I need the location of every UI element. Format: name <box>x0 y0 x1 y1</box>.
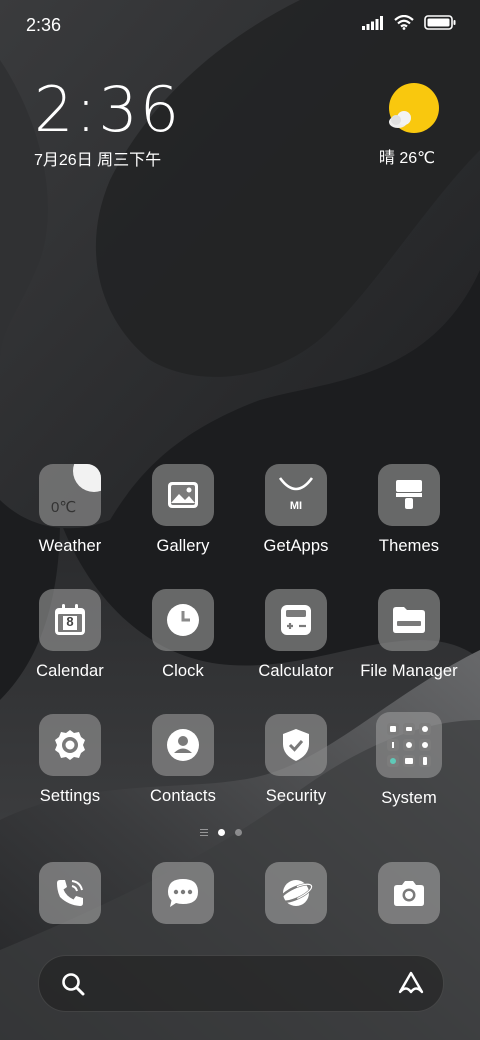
folder-grid-icon <box>376 712 442 778</box>
phone-icon <box>39 862 101 924</box>
app-label: File Manager <box>360 662 458 680</box>
dock-camera[interactable] <box>353 862 465 924</box>
app-label: Settings <box>39 787 101 805</box>
weather-tile-text: 0℃ <box>51 499 77 516</box>
dock-messages[interactable] <box>127 862 239 924</box>
sunny-cloud-icon <box>388 82 440 134</box>
weather-text: 晴 26℃ <box>378 150 436 167</box>
app-contacts[interactable]: Contacts <box>127 714 239 806</box>
clock-time: 2:36 <box>34 73 182 146</box>
dock-browser[interactable] <box>240 862 352 924</box>
camera-icon <box>378 862 440 924</box>
app-getapps[interactable]: MI GetApps <box>240 464 352 556</box>
app-label: Clock <box>162 662 204 680</box>
gallery-icon <box>152 464 214 526</box>
assistant-icon[interactable] <box>397 970 425 996</box>
folder-icon <box>378 589 440 651</box>
app-clock[interactable]: Clock <box>127 589 239 681</box>
app-label: Contacts <box>150 787 216 805</box>
weather-widget[interactable]: 晴 26℃ <box>379 82 444 168</box>
app-themes[interactable]: Themes <box>353 464 465 556</box>
calendar-tile-text: 8 <box>66 614 74 629</box>
app-label: Themes <box>378 537 440 555</box>
page-dot-active <box>218 829 225 836</box>
app-file-manager[interactable]: File Manager <box>353 589 465 681</box>
page-list-icon <box>200 829 208 836</box>
app-settings[interactable]: Settings <box>14 714 126 806</box>
shield-icon <box>265 714 327 776</box>
gear-icon <box>39 714 101 776</box>
app-label: Calculator <box>258 662 334 680</box>
themes-icon <box>378 464 440 526</box>
getapps-icon: MI <box>265 464 327 526</box>
app-label: GetApps <box>263 537 329 555</box>
status-icons <box>362 15 456 30</box>
calculator-icon <box>265 589 327 651</box>
app-label: Gallery <box>156 537 210 555</box>
clock-widget[interactable]: 2:36 7月26日 周三下午 <box>34 78 181 170</box>
app-security[interactable]: Security <box>240 714 352 806</box>
browser-icon <box>265 862 327 924</box>
getapps-tile-text: MI <box>289 500 303 512</box>
search-bar[interactable] <box>38 955 444 1012</box>
app-calculator[interactable]: Calculator <box>240 589 352 681</box>
app-gallery[interactable]: Gallery <box>127 464 239 556</box>
app-label: Security <box>265 787 327 805</box>
signal-icon <box>362 15 383 30</box>
status-time: 2:36 <box>26 15 62 35</box>
clock-date: 7月26日 周三下午 <box>34 152 162 169</box>
battery-icon <box>424 15 456 30</box>
app-system-folder[interactable]: System <box>353 712 465 808</box>
app-label: Weather <box>38 537 102 555</box>
search-icon[interactable] <box>61 972 85 996</box>
dock-phone[interactable] <box>14 862 126 924</box>
app-calendar[interactable]: 8 Calendar <box>14 589 126 681</box>
page-indicator[interactable] <box>200 829 242 836</box>
clock-icon <box>152 589 214 651</box>
status-bar: 2:36 <box>0 0 480 50</box>
weather-icon: 0℃ <box>39 464 101 526</box>
page-dot <box>235 829 242 836</box>
app-weather[interactable]: 0℃ Weather <box>14 464 126 556</box>
contact-icon <box>152 714 214 776</box>
app-label: Calendar <box>36 662 104 680</box>
app-label: System <box>381 789 437 807</box>
messages-icon <box>152 862 214 924</box>
calendar-icon: 8 <box>39 589 101 651</box>
wifi-icon <box>394 15 414 30</box>
